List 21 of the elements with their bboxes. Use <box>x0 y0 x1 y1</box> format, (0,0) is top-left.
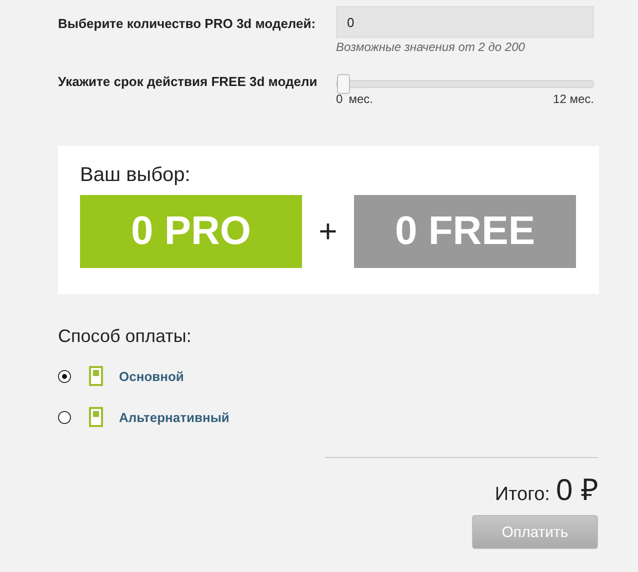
choice-title: Ваш выбор: <box>80 164 192 187</box>
hint-text: Возможные значения от 2 до 200 <box>336 40 526 54</box>
field-label: Выберите количество PRO 3d моделей: <box>58 15 317 33</box>
card-icon <box>89 407 103 427</box>
payment-option[interactable]: Основной <box>119 368 184 384</box>
input-field[interactable]: 0 <box>336 6 594 38</box>
pro-count-tile: 0 PRO <box>80 195 302 268</box>
payment-title: Способ оплаты: <box>58 326 192 347</box>
radio-button[interactable] <box>58 370 71 382</box>
card-icon <box>89 366 103 386</box>
free-count-tile: 0 FREE <box>354 195 576 268</box>
slider-min-label: 0 <box>336 92 343 106</box>
slider-thumb[interactable] <box>337 74 350 94</box>
payment-option[interactable]: Альтернативный <box>119 410 230 424</box>
plus-sign: + <box>318 213 338 250</box>
total-label: Итого: <box>494 484 550 506</box>
field-label: Укажите срок действия FREE 3d модели <box>58 74 318 91</box>
radio-button[interactable] <box>58 410 71 424</box>
slider-max-label: 12 мес. <box>553 92 594 106</box>
total-amount: 0 ₽ <box>556 473 598 509</box>
slider-unit-label: мес. <box>348 92 374 106</box>
